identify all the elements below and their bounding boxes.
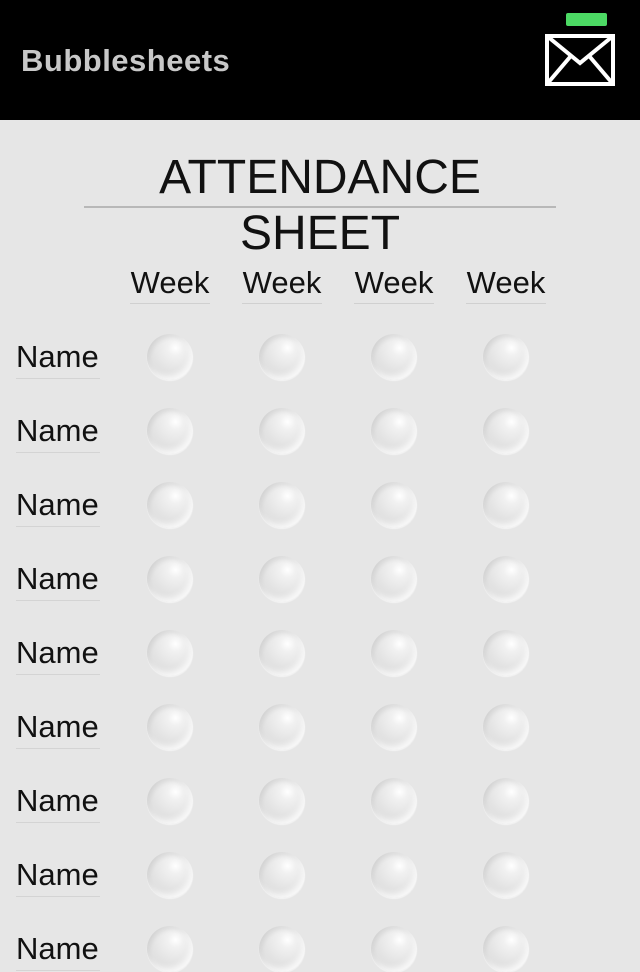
student-name-1[interactable]: Name [16, 337, 100, 379]
attendance-bubble-r4-w2[interactable] [259, 556, 305, 602]
attendance-bubble-r9-w2[interactable] [259, 926, 305, 972]
attendance-bubble-r4-w3[interactable] [371, 556, 417, 602]
week-header-4: Week [466, 263, 546, 304]
attendance-bubble-r5-w2[interactable] [259, 630, 305, 676]
attendance-bubble-r6-w2[interactable] [259, 704, 305, 750]
top-bar: Bubblesheets [0, 0, 640, 120]
attendance-bubble-r8-w4[interactable] [483, 852, 529, 898]
mail-button[interactable] [540, 10, 620, 90]
attendance-bubble-r1-w1[interactable] [147, 334, 193, 380]
attendance-bubble-r2-w4[interactable] [483, 408, 529, 454]
week-header-2: Week [242, 263, 322, 304]
attendance-bubble-r9-w4[interactable] [483, 926, 529, 972]
attendance-bubble-r1-w3[interactable] [371, 334, 417, 380]
attendance-bubble-r7-w1[interactable] [147, 778, 193, 824]
app-title: Bubblesheets [21, 43, 231, 78]
student-name-2[interactable]: Name [16, 411, 100, 453]
student-name-5[interactable]: Name [16, 633, 100, 675]
attendance-bubble-r7-w4[interactable] [483, 778, 529, 824]
attendance-bubble-r6-w1[interactable] [147, 704, 193, 750]
attendance-bubble-r9-w3[interactable] [371, 926, 417, 972]
student-name-9[interactable]: Name [16, 929, 100, 971]
attendance-bubble-r5-w1[interactable] [147, 630, 193, 676]
attendance-bubble-r9-w1[interactable] [147, 926, 193, 972]
attendance-bubble-r6-w4[interactable] [483, 704, 529, 750]
attendance-bubble-r7-w2[interactable] [259, 778, 305, 824]
status-indicator [566, 13, 607, 26]
attendance-bubble-r8-w2[interactable] [259, 852, 305, 898]
student-name-3[interactable]: Name [16, 485, 100, 527]
attendance-bubble-r3-w4[interactable] [483, 482, 529, 528]
student-name-4[interactable]: Name [16, 559, 100, 601]
envelope-icon [545, 34, 615, 86]
attendance-bubble-r6-w3[interactable] [371, 704, 417, 750]
attendance-bubble-r4-w1[interactable] [147, 556, 193, 602]
attendance-bubble-r3-w2[interactable] [259, 482, 305, 528]
attendance-bubble-r5-w4[interactable] [483, 630, 529, 676]
attendance-bubble-r2-w2[interactable] [259, 408, 305, 454]
attendance-bubble-r5-w3[interactable] [371, 630, 417, 676]
attendance-bubble-r7-w3[interactable] [371, 778, 417, 824]
week-header-3: Week [354, 263, 434, 304]
attendance-bubble-r2-w1[interactable] [147, 408, 193, 454]
student-name-7[interactable]: Name [16, 781, 100, 823]
attendance-bubble-r1-w4[interactable] [483, 334, 529, 380]
attendance-bubble-r8-w1[interactable] [147, 852, 193, 898]
attendance-bubble-r3-w1[interactable] [147, 482, 193, 528]
attendance-bubble-r3-w3[interactable] [371, 482, 417, 528]
attendance-bubble-r1-w2[interactable] [259, 334, 305, 380]
student-name-6[interactable]: Name [16, 707, 100, 749]
week-header-1: Week [130, 263, 210, 304]
student-name-8[interactable]: Name [16, 855, 100, 897]
attendance-bubble-r8-w3[interactable] [371, 852, 417, 898]
attendance-bubble-r2-w3[interactable] [371, 408, 417, 454]
attendance-bubble-r4-w4[interactable] [483, 556, 529, 602]
title-underline [84, 206, 556, 208]
